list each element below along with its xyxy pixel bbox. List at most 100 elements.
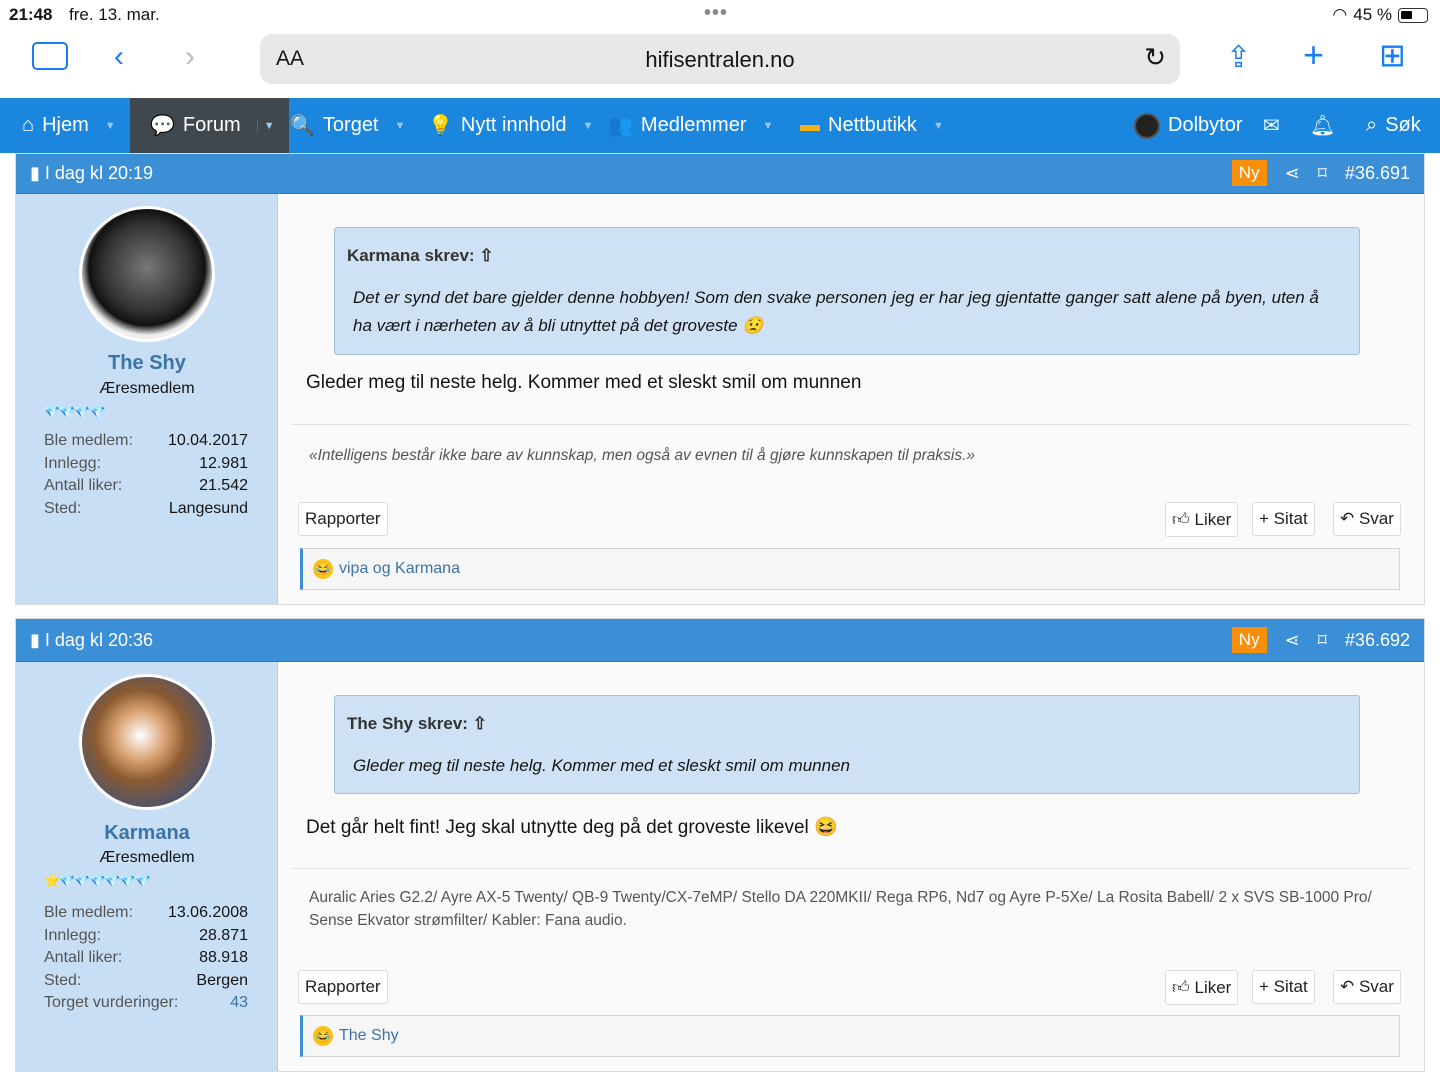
signature: Auralic Aries G2.2/ Ayre AX-5 Twenty/ QB… xyxy=(309,889,1372,929)
stat-label: Innlegg: xyxy=(44,926,101,944)
bell-icon[interactable]: 🔔︎ xyxy=(1310,98,1335,153)
post-body: Gleder meg til neste helg. Kommer med et… xyxy=(306,372,862,393)
post-header: ▮ I dag kl 20:19 Ny ⋖ ⌑ #36.691 xyxy=(16,154,1424,194)
reaction-users[interactable]: vipa og Karmana xyxy=(339,560,460,578)
nav-label: Nettbutikk xyxy=(828,114,917,136)
chevron-down-icon[interactable]: ▼ xyxy=(583,120,594,132)
post-number[interactable]: #36.691 xyxy=(1345,163,1410,184)
tabs-icon[interactable]: ⊞ xyxy=(1379,36,1406,74)
quote-button[interactable]: + Sitat xyxy=(1252,502,1315,536)
user-title: Æresmedlem xyxy=(99,849,195,866)
username: Dolbytor xyxy=(1168,114,1243,136)
chevron-down-icon[interactable]: ▼ xyxy=(762,120,773,132)
chevron-down-icon[interactable]: ▼ xyxy=(933,120,944,132)
user-stats: Ble medlem: 13.06.2008 Innlegg: 28.871 Ant… xyxy=(44,904,248,1017)
report-button[interactable]: Rapporter xyxy=(298,502,388,536)
reply-button[interactable]: ↶ Svar xyxy=(1333,502,1401,536)
user-sidebar: The Shy Æresmedlem 💎💎💎💎 Ble medlem: 10.04… xyxy=(16,194,278,604)
quote-author[interactable]: Karmana skrev: ⇧ xyxy=(347,246,494,266)
divider xyxy=(292,424,1410,425)
nav-forum[interactable]: 💬 Forum ▼ xyxy=(130,98,289,153)
users-icon: 👥 xyxy=(608,115,633,137)
search-label: Søk xyxy=(1385,114,1421,136)
reactions-bar[interactable]: 😂 vipa og Karmana xyxy=(300,548,1400,590)
stat-value: 88.918 xyxy=(199,949,248,967)
multitask-dots[interactable]: ••• xyxy=(704,2,728,25)
post-date[interactable]: ▮ I dag kl 20:36 xyxy=(30,630,153,651)
stat-value: 12.981 xyxy=(199,454,248,472)
stat-label: Ble medlem: xyxy=(44,432,133,449)
post-date[interactable]: ▮ I dag kl 20:19 xyxy=(30,163,153,184)
address-bar[interactable]: AA hifisentralen.no ↻ xyxy=(260,34,1180,84)
back-icon[interactable]: ‹ xyxy=(114,40,124,74)
post-number[interactable]: #36.692 xyxy=(1345,630,1410,651)
rank-gems-icon: 💎💎💎💎 xyxy=(44,404,106,419)
home-icon: ⌂ xyxy=(22,114,35,136)
nav-members[interactable]: 👥 Medlemmer ▼ xyxy=(608,98,773,153)
quote-button[interactable]: + Sitat xyxy=(1252,970,1315,1004)
rank-gems-icon: ⭐💎💎💎💎💎💎 xyxy=(44,873,151,888)
bookmark-icon[interactable]: ⌑ xyxy=(1318,163,1327,184)
main-nav: ⌂ Hjem ▼ 💬 Forum ▼ 🔍 Torget ▼ 💡 Nytt innhold ▼ 👥… xyxy=(0,98,1440,153)
chevron-down-icon[interactable]: ▼ xyxy=(256,119,275,132)
chevron-down-icon[interactable]: ▼ xyxy=(105,120,116,132)
user-sidebar: Karmana Æresmedlem ⭐💎💎💎💎💎💎 Ble medlem: 13… xyxy=(16,662,278,1071)
chevron-down-icon[interactable]: ▼ xyxy=(395,120,406,132)
stat-label: Antall liker: xyxy=(44,477,123,495)
store-icon: ▬ xyxy=(800,114,820,136)
stat-value: Langesund xyxy=(168,499,248,517)
stat-label: Antall liker: xyxy=(44,949,123,967)
nav-home[interactable]: ⌂ Hjem ▼ xyxy=(22,98,116,153)
avatar[interactable] xyxy=(79,206,215,342)
nav-shop[interactable]: ▬ Nettbutikk ▼ xyxy=(800,98,944,153)
stat-label: Innlegg: xyxy=(44,454,101,472)
search-button[interactable]: ⌕ Søk xyxy=(1366,98,1421,153)
reload-icon[interactable]: ↻ xyxy=(1144,42,1166,73)
search-icon: ⌕ xyxy=(1366,114,1378,136)
stat-value: 13.06.2008 xyxy=(167,904,248,921)
forward-icon[interactable]: › xyxy=(185,40,195,74)
nav-label: Medlemmer xyxy=(640,114,747,136)
share-icon[interactable]: ⋖ xyxy=(1285,630,1300,651)
nav-new-content[interactable]: 💡 Nytt innhold ▼ xyxy=(428,98,593,153)
quote-author[interactable]: The Shy skrev: ⇧ xyxy=(347,714,487,734)
divider xyxy=(292,868,1410,869)
post-body: Det går helt fint! Jeg skal utnytte deg … xyxy=(306,817,838,838)
nav-torget[interactable]: 🔍 Torget ▼ xyxy=(290,98,405,153)
share-icon[interactable]: ⇪ xyxy=(1226,40,1251,75)
post-content: Karmana skrev: ⇧ Det er synd det bare gj… xyxy=(278,194,1424,604)
browser-toolbar: ‹ › AA hifisentralen.no ↻ ⇪ + ⊞ xyxy=(0,30,1440,98)
nav-label: Torget xyxy=(322,114,379,136)
user-title: Æresmedlem xyxy=(99,380,195,397)
username[interactable]: Karmana xyxy=(16,822,278,845)
rating-link[interactable]: 43 xyxy=(230,994,248,1017)
bookmark-icon[interactable]: ⌑ xyxy=(1318,630,1327,651)
post: ▮ I dag kl 20:36 Ny ⋖ ⌑ #36.692 Karmana Ære… xyxy=(15,618,1425,1072)
reaction-users[interactable]: The Shy xyxy=(339,1027,399,1045)
sidebar-icon[interactable] xyxy=(32,42,68,70)
report-button[interactable]: Rapporter xyxy=(298,970,388,1004)
new-tab-icon[interactable]: + xyxy=(1303,34,1324,76)
avatar[interactable] xyxy=(79,674,215,810)
reply-button[interactable]: ↶ Svar xyxy=(1333,970,1401,1004)
url-host: hifisentralen.no xyxy=(645,47,795,72)
new-badge: Ny xyxy=(1231,160,1267,186)
stat-label: Torget vurderinger: xyxy=(44,994,179,1012)
like-button[interactable]: 👍︎ Liker xyxy=(1165,970,1239,1005)
quote-block: The Shy skrev: ⇧ Gleder meg til neste he… xyxy=(334,695,1360,794)
nav-label: Forum xyxy=(182,114,241,136)
arrow-up-circle-icon: ⇧ xyxy=(472,714,487,733)
quote-block: Karmana skrev: ⇧ Det er synd det bare gj… xyxy=(334,227,1360,355)
nav-label: Nytt innhold xyxy=(460,114,567,136)
date: fre. 13. mar. xyxy=(69,5,160,24)
inbox-icon[interactable]: ✉ xyxy=(1263,98,1280,153)
signature: «Intelligens består ikke bare av kunnska… xyxy=(309,447,976,464)
share-icon[interactable]: ⋖ xyxy=(1285,163,1300,184)
username[interactable]: The Shy xyxy=(16,352,278,375)
post-header: ▮ I dag kl 20:36 Ny ⋖ ⌑ #36.692 xyxy=(16,619,1424,662)
user-menu[interactable]: Dolbytor xyxy=(1134,98,1242,153)
reactions-bar[interactable]: 😂 The Shy xyxy=(300,1015,1400,1057)
status-bar: 21:48 fre. 13. mar. ••• ◠ 45 % xyxy=(0,0,1440,30)
like-button[interactable]: 👍︎ Liker xyxy=(1165,502,1239,537)
user-stats: Ble medlem: 10.04.2017 Innlegg: 12.981 Ant… xyxy=(44,432,248,522)
